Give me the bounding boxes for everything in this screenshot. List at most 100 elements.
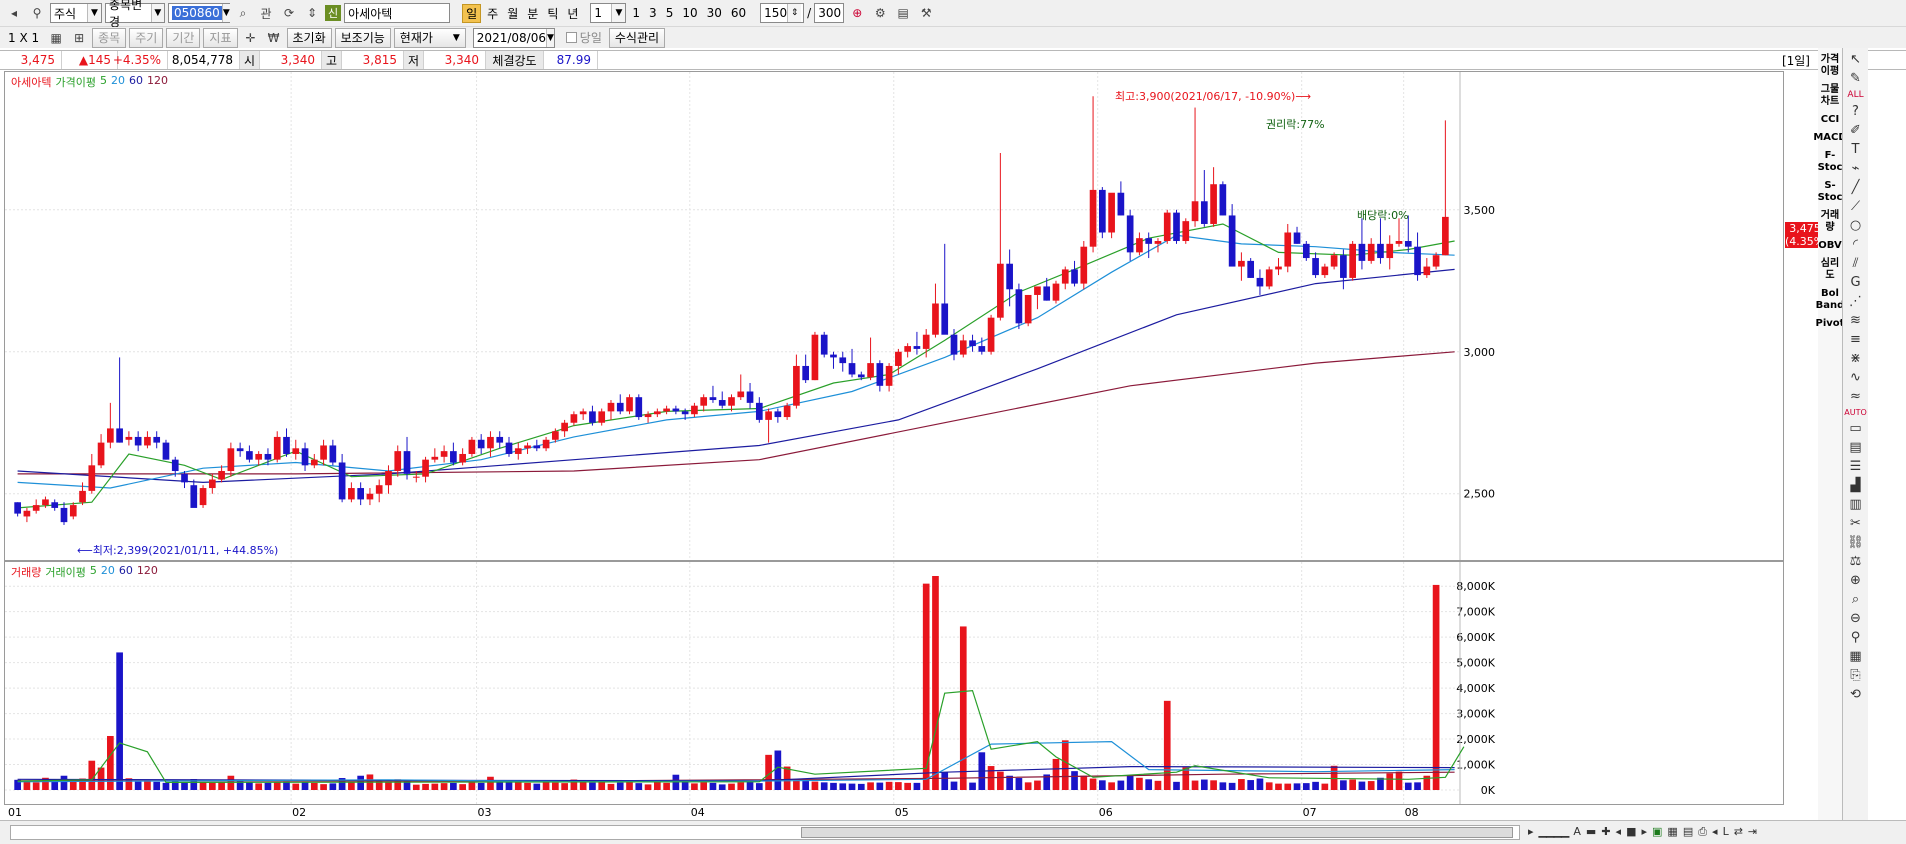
count-input[interactable]: 150 ⇕ bbox=[760, 3, 805, 23]
menu-icon[interactable]: ◂ bbox=[4, 3, 24, 23]
indicator-psychology[interactable]: 심리도 bbox=[1818, 258, 1842, 282]
grid2-icon[interactable]: ▦ bbox=[1849, 649, 1861, 664]
eraser-icon[interactable]: ✎ bbox=[1850, 71, 1861, 86]
tab-indicator[interactable]: 지표 bbox=[203, 27, 238, 48]
indicator-cci[interactable]: CCI bbox=[1821, 114, 1839, 126]
same-day-toggle[interactable]: 당일 bbox=[565, 29, 602, 46]
first-icon[interactable]: ◂ bbox=[1712, 825, 1718, 839]
tab-range[interactable]: 기간 bbox=[166, 27, 201, 48]
fan-icon[interactable]: ⋰ bbox=[1849, 294, 1862, 309]
indicator-slow-stoch[interactable]: S-Stoc bbox=[1818, 180, 1843, 204]
stepper-icon[interactable]: ⇕ bbox=[787, 4, 802, 22]
doc-icon[interactable]: ▤ bbox=[1849, 440, 1861, 455]
wrench-icon[interactable]: ✂ bbox=[1850, 516, 1861, 531]
move-icon[interactable]: ⇄ bbox=[1734, 825, 1743, 839]
circle-icon[interactable]: ○ bbox=[1850, 218, 1861, 233]
lock-icon[interactable]: ⚲ bbox=[27, 3, 47, 23]
link-icon[interactable]: ⌁ bbox=[1852, 161, 1860, 176]
line-icon[interactable]: ╱ bbox=[1852, 180, 1860, 195]
parallel-icon[interactable]: ⫽ bbox=[1853, 256, 1859, 271]
grid-icon[interactable]: ▦ bbox=[46, 28, 66, 48]
currency-icon[interactable]: ₩ bbox=[264, 28, 284, 48]
minus-icon[interactable]: ▬ bbox=[1586, 825, 1596, 839]
wave2-icon[interactable]: ≈ bbox=[1850, 389, 1861, 404]
indicator-fast-stoch[interactable]: F-Stoc bbox=[1818, 150, 1843, 174]
list-icon[interactable]: ☰ bbox=[1850, 459, 1862, 474]
gann-icon[interactable]: G bbox=[1850, 275, 1860, 290]
price-chart-pane[interactable]: 2,500 3,000 3,500 아세아텍 가격이평 5 20 60 120 최고… bbox=[4, 71, 1829, 561]
scroll-right-icon[interactable]: ▸ bbox=[1528, 825, 1534, 839]
period-tick[interactable]: 틱 bbox=[544, 5, 561, 22]
expand-icon[interactable]: ⊕ bbox=[847, 3, 867, 23]
refresh-icon[interactable]: ⟳ bbox=[279, 3, 299, 23]
interval-1[interactable]: 1 bbox=[629, 6, 643, 20]
zoom-a-icon[interactable]: A bbox=[1573, 825, 1581, 839]
indicator-net-chart[interactable]: 그물차트 bbox=[1818, 84, 1842, 108]
last-icon[interactable]: L bbox=[1723, 825, 1729, 839]
indicator-price-ma[interactable]: 가격이평 bbox=[1818, 54, 1842, 78]
cursor-icon[interactable]: ↖ bbox=[1850, 52, 1861, 67]
grid3-icon[interactable]: ▦ bbox=[1667, 825, 1677, 839]
end-icon[interactable]: ⇥ bbox=[1748, 825, 1757, 839]
stock-change-select[interactable]: 종목변경 ▼ bbox=[105, 0, 165, 29]
interval-select[interactable]: 1 ▼ bbox=[590, 3, 627, 23]
fib-icon[interactable]: ≡ bbox=[1850, 332, 1861, 347]
search2-icon[interactable]: ⌕ bbox=[1852, 592, 1859, 607]
favorite-icon[interactable]: 관 bbox=[256, 3, 276, 23]
indicator-bollinger[interactable]: Bol Band bbox=[1816, 288, 1845, 312]
all-icon[interactable]: ALL bbox=[1847, 90, 1863, 100]
indicator-pivot[interactable]: Pivot bbox=[1816, 318, 1845, 330]
zoom-out-icon[interactable]: ⊖ bbox=[1850, 611, 1861, 626]
period-year[interactable]: 년 bbox=[564, 5, 581, 22]
help-icon[interactable]: ? bbox=[1852, 104, 1859, 119]
window-icon[interactable]: ▭ bbox=[1849, 421, 1861, 436]
layout-label[interactable]: 1 X 1 bbox=[4, 31, 43, 45]
tab-stock[interactable]: 종목 bbox=[92, 27, 127, 48]
auto-icon[interactable]: AUTO bbox=[1844, 408, 1867, 417]
tools-icon[interactable]: ⚒ bbox=[916, 3, 936, 23]
link2-icon[interactable]: ⛓ bbox=[1847, 535, 1864, 550]
spin-icon[interactable]: ⇕ bbox=[302, 3, 322, 23]
ray-icon[interactable]: ⟋ bbox=[1851, 199, 1860, 214]
date-picker[interactable]: 2021/08/06 ▼ bbox=[472, 27, 555, 48]
interval-30[interactable]: 30 bbox=[704, 6, 725, 20]
reload-icon[interactable]: ⟲ bbox=[1850, 687, 1861, 702]
period-minute[interactable]: 분 bbox=[524, 5, 541, 22]
tab-period[interactable]: 주기 bbox=[129, 27, 164, 48]
price-type-select[interactable]: 현재가 ▼ bbox=[393, 27, 466, 48]
excel-icon[interactable]: ▣ bbox=[1652, 825, 1662, 839]
interval-60[interactable]: 60 bbox=[728, 6, 749, 20]
chart-icon[interactable]: ▟ bbox=[1851, 478, 1861, 493]
price-chart[interactable]: 2,500 3,000 3,500 bbox=[5, 72, 1783, 560]
period-day[interactable]: 일 bbox=[462, 3, 482, 23]
right-icon[interactable]: ▸ bbox=[1641, 825, 1647, 839]
stock-code-input[interactable]: 050860 ▼ bbox=[168, 3, 230, 23]
stop-icon[interactable]: ■ bbox=[1626, 825, 1636, 839]
arc-icon[interactable]: ◜ bbox=[1853, 237, 1858, 252]
add-pane-icon[interactable]: ⊞ bbox=[69, 28, 89, 48]
market-select[interactable]: 주식 ▼ bbox=[50, 3, 102, 23]
interval-10[interactable]: 10 bbox=[679, 6, 700, 20]
crosshair-icon[interactable]: ✛ bbox=[241, 28, 261, 48]
left-icon[interactable]: ◂ bbox=[1616, 825, 1622, 839]
bar-chart-icon[interactable]: ▥ bbox=[1849, 497, 1861, 512]
export-icon[interactable]: ⎘ bbox=[1850, 668, 1860, 683]
channel-icon[interactable]: ≋ bbox=[1850, 313, 1861, 328]
scale-icon[interactable]: ⚖ bbox=[1850, 554, 1862, 569]
volume-chart-pane[interactable]: 0K 1,000K 2,000K 3,000K 4,000K 5,000K 6,000K 7,… bbox=[4, 561, 1784, 805]
magnify-icon[interactable]: ⚲ bbox=[1851, 630, 1861, 645]
aux-functions-button[interactable]: 보조기능 bbox=[334, 27, 391, 48]
slider-icon[interactable]: ▁▁▁▁ bbox=[1539, 825, 1570, 839]
period-week[interactable]: 주 bbox=[484, 5, 501, 22]
print2-icon[interactable]: ⎙ bbox=[1698, 825, 1707, 839]
save-icon[interactable]: ▤ bbox=[1683, 825, 1693, 839]
interval-3[interactable]: 3 bbox=[646, 6, 660, 20]
scroll-thumb[interactable] bbox=[801, 827, 1513, 838]
zoom-icon[interactable]: ⊕ bbox=[1850, 573, 1861, 588]
indicator-volume[interactable]: 거래량 bbox=[1818, 210, 1842, 234]
reset-button[interactable]: 초기화 bbox=[286, 27, 332, 48]
settings-icon[interactable]: ⚙ bbox=[870, 3, 890, 23]
plus-icon[interactable]: ✚ bbox=[1601, 825, 1610, 839]
horizontal-scrollbar[interactable] bbox=[10, 825, 1520, 840]
indicator-obv[interactable]: OBV bbox=[1818, 240, 1841, 252]
